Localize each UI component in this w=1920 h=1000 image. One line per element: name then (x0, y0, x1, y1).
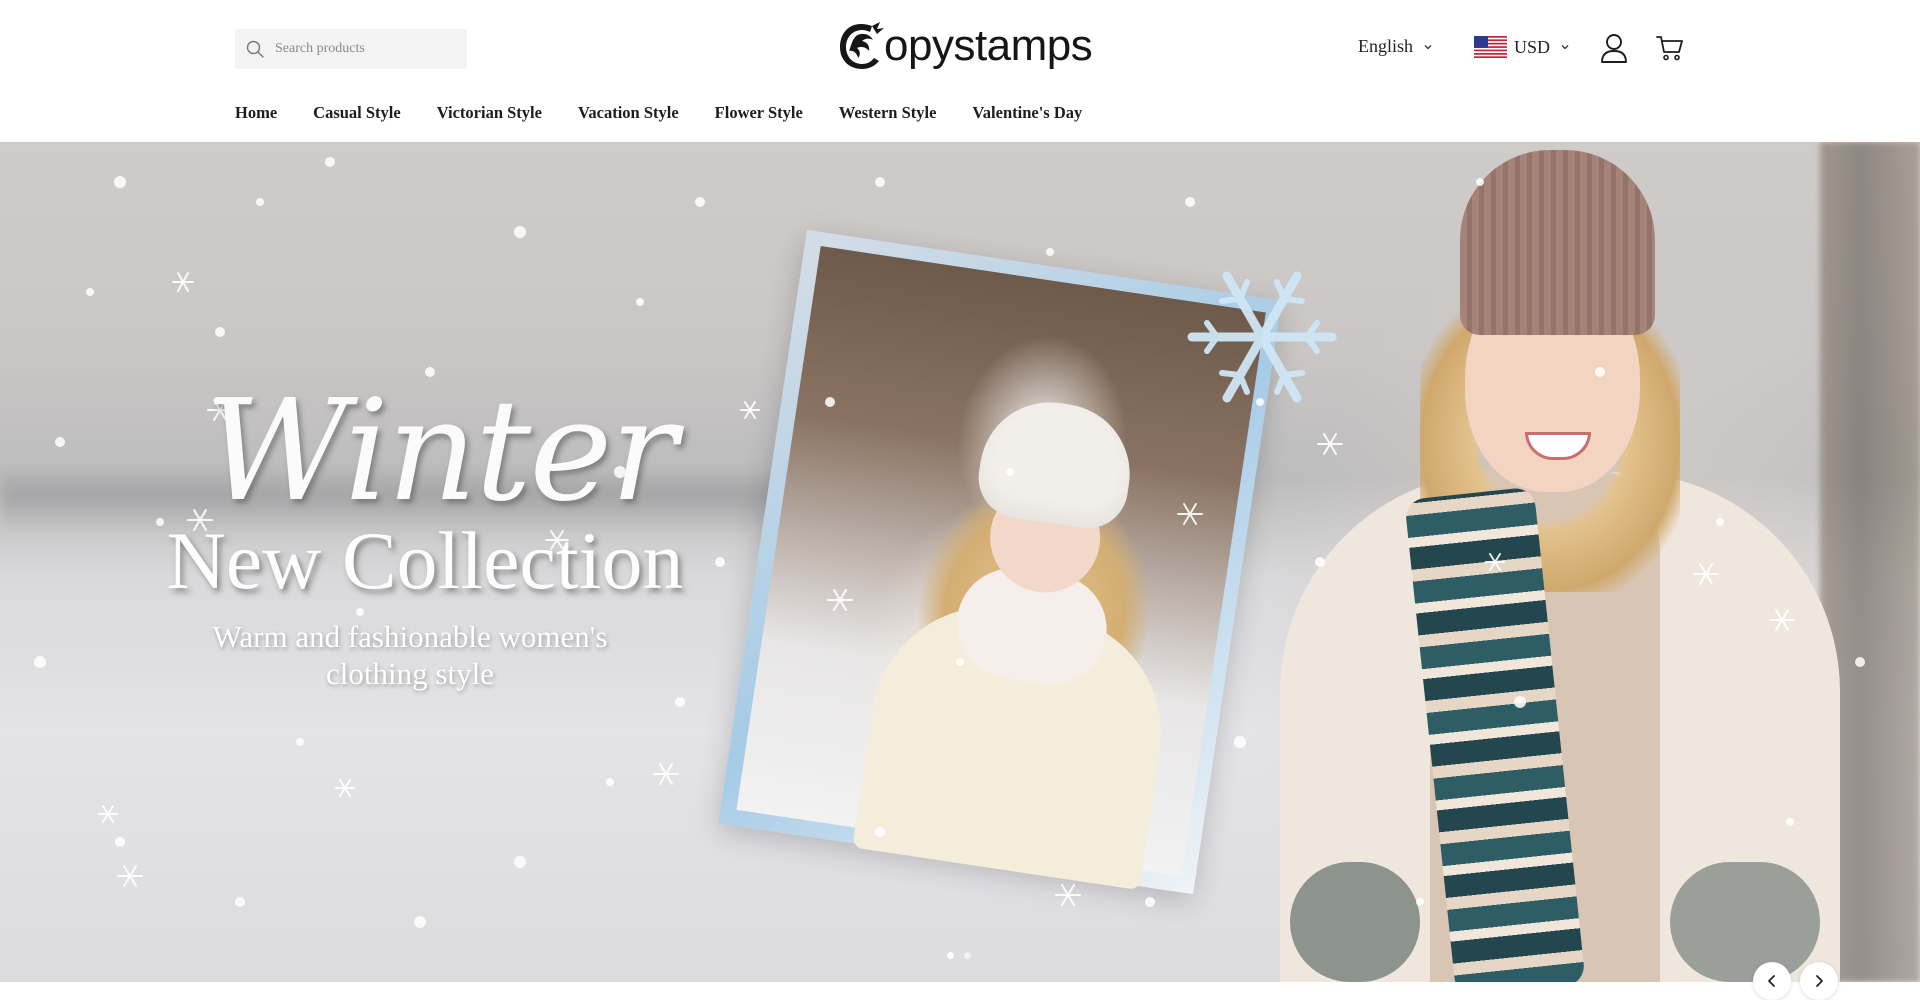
us-flag-icon (1474, 36, 1507, 58)
chevron-left-icon (1768, 975, 1775, 987)
logo-wordmark: opystamps (884, 21, 1093, 70)
nav-item-flower-style[interactable]: Flower Style (715, 103, 803, 123)
site-logo[interactable]: opystamps (836, 18, 1093, 74)
hero-title: Winter (204, 370, 677, 533)
hero-banner[interactable]: Winter New Collection Warm and fashionab… (0, 142, 1920, 982)
nav-item-home[interactable]: Home (235, 103, 277, 123)
hero-text-block: Winter New Collection Warm and fashionab… (150, 382, 710, 692)
slide-dot-1[interactable] (947, 952, 954, 959)
dragon-logo-icon (840, 22, 884, 69)
nav-item-casual-style[interactable]: Casual Style (313, 103, 401, 123)
nav-item-vacation-style[interactable]: Vacation Style (578, 103, 679, 123)
chevron-down-icon (1561, 45, 1569, 50)
hero-subtitle: New Collection (166, 515, 684, 606)
cart-icon[interactable] (1656, 34, 1684, 62)
language-label: English (1358, 36, 1414, 56)
main-nav: Home Casual Style Victorian Style Vacati… (235, 103, 1118, 123)
nav-item-valentines-day[interactable]: Valentine's Day (972, 103, 1082, 123)
search-input[interactable] (273, 40, 467, 58)
chevron-right-icon (1816, 975, 1823, 987)
large-snowflake (1187, 271, 1337, 403)
chevron-down-icon (1424, 44, 1432, 49)
currency-selector[interactable]: USD (1474, 36, 1570, 58)
site-header: opystamps English USD (0, 0, 1920, 142)
nav-item-western-style[interactable]: Western Style (839, 103, 937, 123)
previous-slide-button[interactable] (1753, 962, 1791, 1000)
search-icon (246, 40, 264, 58)
slide-indicators (947, 952, 971, 959)
hero-tagline: Warm and fashionable women's clothing st… (212, 619, 608, 692)
search-bar[interactable] (235, 29, 467, 69)
next-slide-button[interactable] (1800, 962, 1838, 1000)
currency-label: USD (1514, 36, 1551, 57)
account-icon[interactable] (1600, 33, 1628, 63)
language-selector[interactable]: English (1358, 36, 1433, 57)
nav-item-victorian-style[interactable]: Victorian Style (437, 103, 542, 123)
slide-dot-2[interactable] (964, 952, 971, 959)
